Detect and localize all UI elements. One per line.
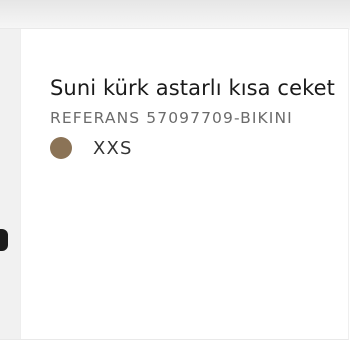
product-name[interactable]: Suni kürk astarlı kısa ceket	[50, 73, 340, 103]
product-card[interactable]: Suni kürk astarlı kısa ceket REFERANS 57…	[0, 28, 349, 340]
page: Suni kürk astarlı kısa ceket REFERANS 57…	[0, 0, 350, 350]
product-info: Suni kürk astarlı kısa ceket REFERANS 57…	[50, 73, 340, 159]
size-label: XXS	[93, 137, 133, 159]
product-reference: REFERANS 57097709-BIKINI	[50, 109, 293, 127]
top-divider-area	[0, 0, 350, 30]
product-variant: XXS	[50, 137, 340, 159]
garment-image-fragment	[0, 229, 8, 251]
color-swatch	[50, 137, 72, 159]
product-thumbnail[interactable]	[0, 29, 21, 339]
